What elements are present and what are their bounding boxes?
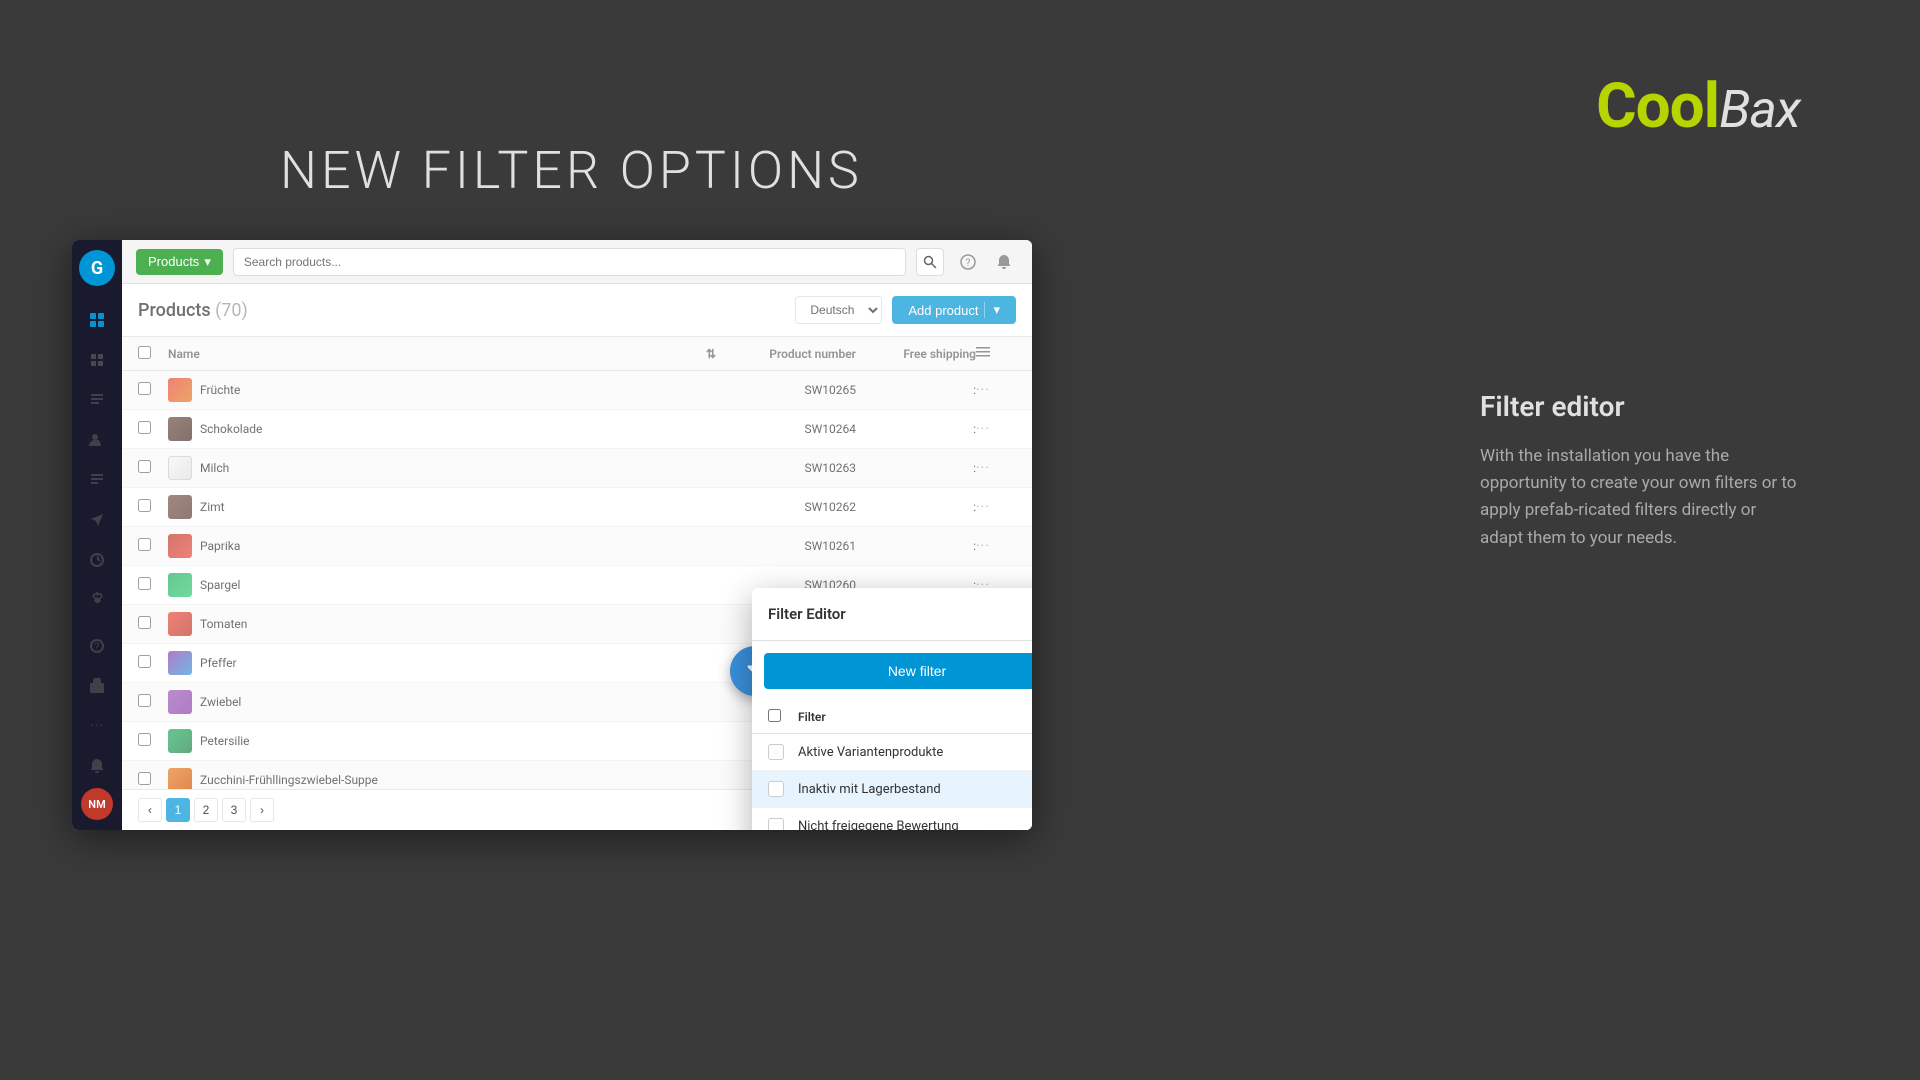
col-sort-icon[interactable]: ⇅ <box>706 347 736 361</box>
filter-row: Inaktiv mit Lagerbestand ··· <box>752 771 1032 808</box>
product-thumbnail <box>168 417 192 441</box>
svg-text:?: ? <box>966 258 971 269</box>
sidebar-item-orders[interactable] <box>79 382 115 418</box>
help-icon[interactable]: ? <box>954 248 982 276</box>
product-thumbnail <box>168 690 192 714</box>
row-checkbox[interactable] <box>138 421 151 434</box>
filter-editor-description: Filter editor With the installation you … <box>1480 390 1800 552</box>
product-thumbnail <box>168 612 192 636</box>
search-input[interactable] <box>233 248 906 276</box>
sidebar-item-dashboard[interactable] <box>79 302 115 338</box>
filter-col-label: Filter <box>798 710 1032 724</box>
search-button[interactable] <box>916 248 944 276</box>
svg-text:?: ? <box>95 642 100 653</box>
col-header-actions <box>976 345 1016 362</box>
filter-checkbox[interactable] <box>768 744 784 760</box>
page-1-button[interactable]: 1 <box>166 798 190 822</box>
logo-cool: Cool <box>1596 70 1719 143</box>
logo: CoolBax <box>1596 70 1800 143</box>
product-thumbnail <box>168 534 192 558</box>
sidebar-item-store[interactable] <box>79 668 115 704</box>
row-actions-menu[interactable]: ··· <box>976 460 1016 476</box>
filter-row: Aktive Variantenprodukte ··· <box>752 734 1032 771</box>
sidebar-item-help[interactable]: ? <box>79 628 115 664</box>
row-checkbox[interactable] <box>138 616 151 629</box>
row-checkbox[interactable] <box>138 577 151 590</box>
row-actions-menu[interactable]: ··· <box>976 499 1016 515</box>
table-header-row: Name ⇅ Product number Free shipping <box>122 337 1032 371</box>
product-thumbnail <box>168 456 192 480</box>
col-header-free-shipping: Free shipping <box>856 347 976 361</box>
product-thumbnail <box>168 651 192 675</box>
sidebar-item-analytics[interactable] <box>79 542 115 578</box>
product-thumbnail <box>168 768 192 789</box>
user-avatar[interactable]: NM <box>81 788 113 820</box>
row-checkbox[interactable] <box>138 538 151 551</box>
filter-select-all[interactable] <box>768 709 781 722</box>
add-product-arrow: ▾ <box>984 302 1000 318</box>
sidebar-item-settings[interactable] <box>79 582 115 618</box>
row-checkbox[interactable] <box>138 694 151 707</box>
filter-checkbox[interactable] <box>768 818 784 830</box>
products-header: Products (70) Deutsch Add product ▾ <box>122 284 1032 337</box>
prev-page-button[interactable]: ‹ <box>138 798 162 822</box>
products-dropdown-button[interactable]: Products ▾ <box>136 249 223 275</box>
table-row: Schokolade SW10264 : ··· <box>122 410 1032 449</box>
row-checkbox[interactable] <box>138 382 151 395</box>
row-checkbox[interactable] <box>138 733 151 746</box>
table-row: Früchte SW10265 : ··· <box>122 371 1032 410</box>
select-all-checkbox[interactable] <box>138 346 151 359</box>
page-headline: NEW FILTER OPTIONS <box>280 140 863 201</box>
pagination-controls: ‹ 1 2 3 › <box>138 798 274 822</box>
products-title: Products (70) <box>138 300 795 321</box>
filter-checkbox[interactable] <box>768 781 784 797</box>
sidebar-item-products[interactable] <box>79 342 115 378</box>
notifications-icon[interactable] <box>990 248 1018 276</box>
page-3-button[interactable]: 3 <box>222 798 246 822</box>
page-2-button[interactable]: 2 <box>194 798 218 822</box>
product-thumbnail <box>168 378 192 402</box>
product-thumbnail <box>168 729 192 753</box>
modal-header: Filter Editor ✕ <box>752 588 1032 641</box>
sidebar-item-customers[interactable] <box>79 422 115 458</box>
row-checkbox[interactable] <box>138 655 151 668</box>
product-thumbnail <box>168 573 192 597</box>
table-row: Zimt SW10262 : ··· <box>122 488 1032 527</box>
table-row: Paprika SW10261 : ··· <box>122 527 1032 566</box>
chevron-icon: ▾ <box>204 254 211 270</box>
filter-name: Nicht freigegene Bewertung <box>798 819 1032 831</box>
row-checkbox[interactable] <box>138 772 151 785</box>
sidebar-bottom: ? ··· NM <box>79 628 115 830</box>
top-bar: Products ▾ ? <box>122 240 1032 284</box>
col-header-product-number: Product number <box>736 347 856 361</box>
product-thumbnail <box>168 495 192 519</box>
filter-name: Inaktiv mit Lagerbestand <box>798 782 1032 797</box>
col-header-name: Name <box>168 347 706 361</box>
row-actions-menu[interactable]: ··· <box>976 538 1016 554</box>
sidebar-item-marketing[interactable] <box>79 502 115 538</box>
logo-bax: Bax <box>1719 79 1800 140</box>
sidebar-item-content[interactable] <box>79 462 115 498</box>
sidebar-item-more[interactable]: ··· <box>79 708 115 744</box>
sidebar-logo: G <box>79 250 115 286</box>
row-actions-menu[interactable]: ··· <box>976 382 1016 398</box>
sidebar-item-notifications[interactable] <box>79 748 115 784</box>
sidebar: G <box>72 240 122 830</box>
row-checkbox[interactable] <box>138 499 151 512</box>
filter-row: Nicht freigegene Bewertung ··· <box>752 808 1032 830</box>
language-select[interactable]: Deutsch <box>795 296 882 324</box>
row-actions-menu[interactable]: ··· <box>976 421 1016 437</box>
filter-table-header: Filter <box>752 701 1032 734</box>
modal-title: Filter Editor <box>768 605 846 623</box>
new-filter-button[interactable]: New filter <box>764 653 1032 689</box>
app-window: G <box>72 240 1032 830</box>
filter-editor-modal: Filter Editor ✕ New filter Filter Aktive… <box>752 588 1032 830</box>
next-page-button[interactable]: › <box>250 798 274 822</box>
filter-editor-text: With the installation you have the oppor… <box>1480 443 1800 552</box>
filter-name: Aktive Variantenprodukte <box>798 745 1032 760</box>
filter-editor-title: Filter editor <box>1480 390 1800 423</box>
add-product-button[interactable]: Add product ▾ <box>892 296 1016 324</box>
table-row: Milch SW10263 : ··· <box>122 449 1032 488</box>
row-checkbox[interactable] <box>138 460 151 473</box>
